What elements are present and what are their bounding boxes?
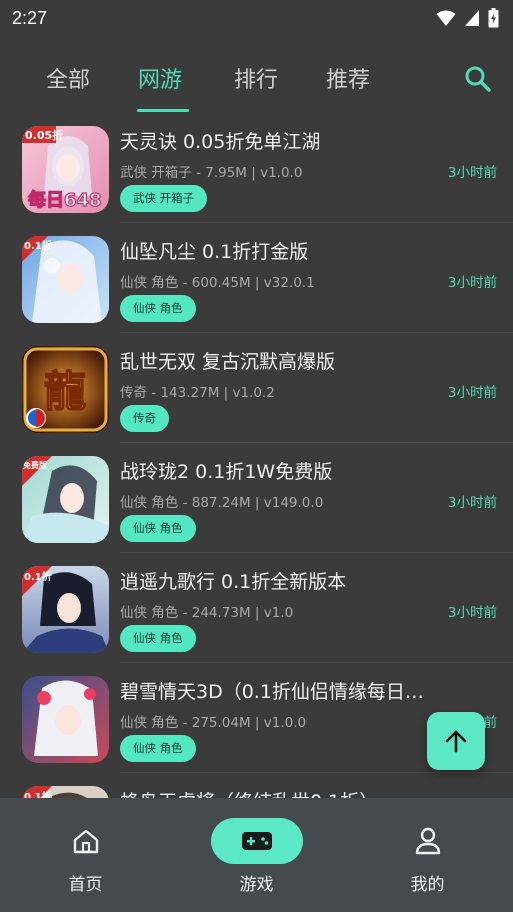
profile-icon <box>415 827 440 855</box>
home-icon <box>73 829 98 854</box>
tab-ranking[interactable]: 排行 <box>234 62 278 94</box>
game-item[interactable]: 0.1折 逍遥九歌行 0.1折全新版本 仙侠 角色 - 244.73M | v1… <box>0 560 513 670</box>
nav-games[interactable]: 游戏 <box>171 798 342 912</box>
status-bar: 2:27 <box>0 0 513 36</box>
divider <box>120 662 513 663</box>
nav-profile-label: 我的 <box>410 875 445 895</box>
game-tag: 传奇 <box>120 405 169 432</box>
game-title: 天灵诀 0.05折免单江湖 <box>120 131 321 153</box>
game-updated-time: 3小时前 <box>447 605 497 621</box>
game-icon <box>22 676 109 763</box>
search-button[interactable] <box>463 64 493 94</box>
divider <box>120 332 513 333</box>
gamepad-icon <box>241 832 272 850</box>
game-tag: 仙侠 角色 <box>120 295 196 322</box>
arrow-up-icon <box>445 730 467 753</box>
game-title: 仙坠凡尘 0.1折打金版 <box>120 241 309 263</box>
icon-badge: 0.05折 <box>25 128 63 142</box>
bottom-navigation: 首页 游戏 我的 <box>0 798 513 912</box>
icon-badge: 0.1折 <box>24 239 52 252</box>
game-updated-time: 3小时前 <box>447 165 497 181</box>
game-title: 逍遥九歌行 0.1折全新版本 <box>120 571 347 593</box>
game-icon: 0.1折 <box>22 236 109 323</box>
tab-recommended[interactable]: 推荐 <box>326 62 370 94</box>
divider <box>120 772 513 773</box>
icon-caption: 龍 <box>44 367 86 416</box>
search-icon <box>465 66 491 92</box>
game-icon: 0.1折 <box>22 566 109 653</box>
game-item[interactable]: 龍 乱世无双 复古沉默高爆版 传奇 - 143.27M | v1.0.2 3小时… <box>0 340 513 450</box>
tab-online-games[interactable]: 网游 <box>138 62 182 94</box>
wifi-icon <box>436 10 456 26</box>
nav-profile[interactable]: 我的 <box>342 798 513 912</box>
game-meta: 仙侠 角色 - 275.04M | v1.0.0 <box>120 715 307 731</box>
divider <box>120 442 513 443</box>
nav-games-label: 游戏 <box>239 875 274 895</box>
nav-home-label: 首页 <box>68 875 103 895</box>
status-icons <box>436 8 499 28</box>
status-time: 2:27 <box>12 7 48 28</box>
game-tag: 仙侠 角色 <box>120 735 196 762</box>
game-meta: 仙侠 角色 - 600.45M | v32.0.1 <box>120 275 315 291</box>
active-tab-indicator <box>137 109 189 112</box>
tab-all[interactable]: 全部 <box>46 62 90 94</box>
icon-badge: 0.1折 <box>24 570 52 583</box>
divider <box>120 222 513 223</box>
game-updated-time: 3小时前 <box>447 495 497 511</box>
game-list[interactable]: 0.05折 每日648 天灵诀 0.05折免单江湖 武侠 开箱子 - 7.95M… <box>0 120 513 800</box>
game-updated-time: 3小时前 <box>447 385 497 401</box>
nav-home[interactable]: 首页 <box>0 798 171 912</box>
game-item[interactable]: 0.05折 每日648 天灵诀 0.05折免单江湖 武侠 开箱子 - 7.95M… <box>0 120 513 230</box>
game-title: 战玲珑2 0.1折1W免费版 <box>120 461 333 483</box>
game-title: 碧雪情天3D（0.1折仙侣情缘每日… <box>120 681 424 703</box>
game-item[interactable]: 0.1折 仙坠凡尘 0.1折打金版 仙侠 角色 - 600.45M | v32.… <box>0 230 513 340</box>
divider <box>120 552 513 553</box>
game-meta: 传奇 - 143.27M | v1.0.2 <box>120 385 275 401</box>
game-meta: 武侠 开箱子 - 7.95M | v1.0.0 <box>120 165 303 181</box>
game-icon: 免费版 <box>22 456 109 543</box>
game-tag: 仙侠 角色 <box>120 625 196 652</box>
game-meta: 仙侠 角色 - 244.73M | v1.0 <box>120 605 294 621</box>
game-tag: 仙侠 角色 <box>120 515 196 542</box>
icon-caption: 每日648 <box>28 189 102 211</box>
game-title: 乱世无双 复古沉默高爆版 <box>120 351 336 373</box>
game-meta: 仙侠 角色 - 887.24M | v149.0.0 <box>120 495 324 511</box>
game-icon: 龍 <box>22 346 109 433</box>
category-tabs: 全部 网游 排行 推荐 <box>0 56 513 114</box>
game-updated-time: 3小时前 <box>447 275 497 291</box>
signal-icon <box>465 10 479 26</box>
game-tag: 武侠 开箱子 <box>120 185 208 212</box>
game-item[interactable]: 0.1折 蜂鸟天虎将（终结乱世0.1折） <box>0 780 513 800</box>
icon-badge: 免费版 <box>23 460 47 470</box>
game-item[interactable]: 免费版 战玲珑2 0.1折1W免费版 仙侠 角色 - 887.24M | v14… <box>0 450 513 560</box>
game-icon: 0.05折 每日648 <box>22 126 109 213</box>
battery-icon <box>488 8 499 28</box>
scroll-to-top-button[interactable] <box>427 712 485 770</box>
